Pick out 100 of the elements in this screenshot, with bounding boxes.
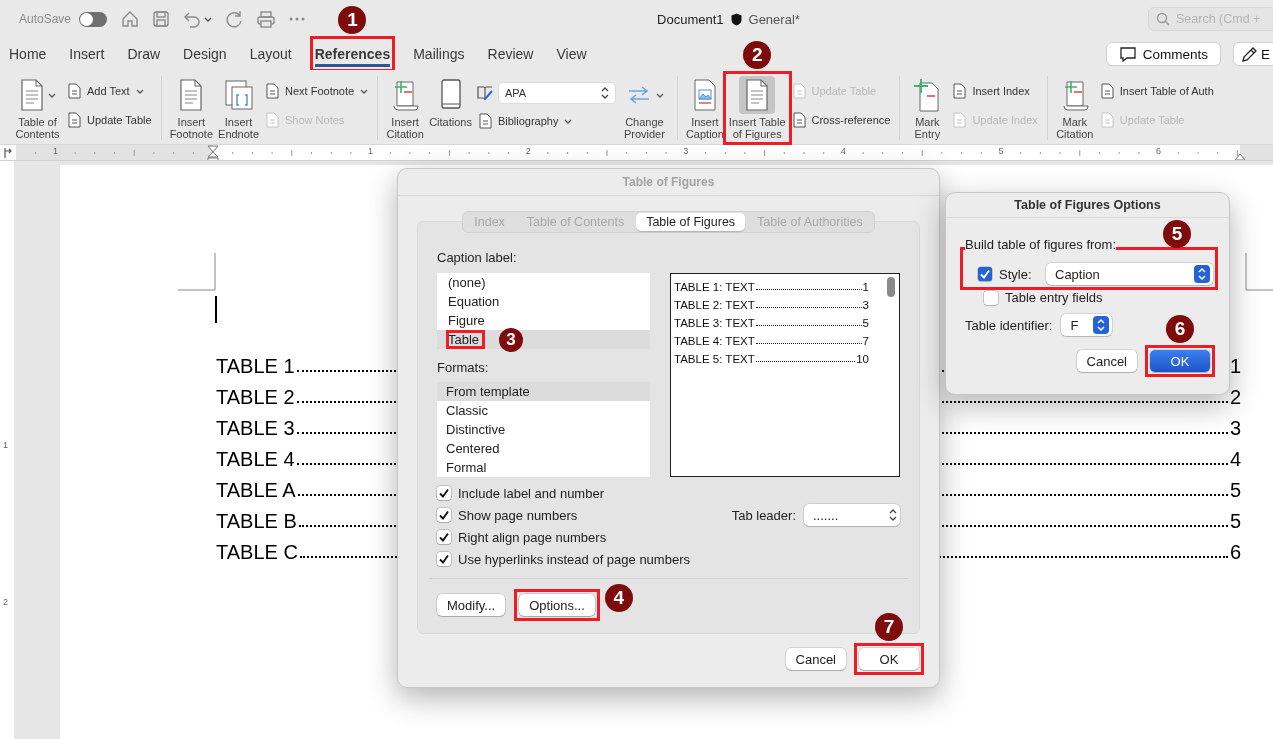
checkbox[interactable] (437, 508, 451, 522)
plus-document-icon (913, 78, 942, 112)
ribbon-tab[interactable]: Insert (69, 41, 105, 67)
document-icon (477, 113, 492, 130)
ribbon-tab[interactable]: Review (487, 41, 534, 67)
ribbon-tab[interactable]: Home (9, 41, 47, 67)
ribbon-tab[interactable]: Draw (127, 41, 161, 67)
checkbox[interactable] (978, 267, 992, 281)
ribbon-tab[interactable]: References (314, 41, 391, 67)
preview-entry: TABLE 2: TEXT (674, 299, 755, 311)
tab-stop-icon[interactable] (2, 146, 14, 160)
comments-button[interactable]: Comments (1105, 42, 1221, 66)
ribbon-button[interactable]: Insert Table of Auth (1097, 83, 1216, 100)
print-icon[interactable] (256, 10, 277, 28)
list-item[interactable]: Centered (437, 439, 650, 458)
ribbon-button[interactable]: Mark Entry (907, 76, 948, 140)
autosave-toggle[interactable] (79, 11, 108, 27)
ribbon-tab[interactable]: Layout (249, 41, 292, 67)
ribbon-button[interactable]: Next Footnote (263, 83, 371, 100)
search-icon (1156, 12, 1170, 26)
field-label: Build table of figures from: (965, 237, 1117, 252)
checkbox-label: Table entry fields (1005, 290, 1103, 305)
step-marker: 4 (604, 584, 633, 612)
document-icon (1099, 83, 1114, 100)
list-item[interactable]: Formal (437, 458, 650, 477)
style-dropdown[interactable]: APA (497, 81, 616, 104)
stepper-icon (600, 86, 609, 99)
ribbon-tab[interactable]: Design (183, 41, 227, 67)
home-icon[interactable] (121, 10, 140, 28)
stepper-icon (889, 509, 897, 521)
list-item[interactable]: Table 3 (437, 330, 650, 349)
checkbox[interactable] (984, 290, 998, 305)
save-icon[interactable] (152, 10, 171, 28)
document-icon (791, 83, 806, 100)
checkbox[interactable] (437, 530, 451, 544)
document-icon (744, 79, 771, 111)
ribbon-button[interactable]: Update Table (65, 111, 154, 128)
identifier-dropdown[interactable]: F (1061, 314, 1113, 336)
dialog-button[interactable]: Cancel (785, 648, 846, 670)
book-pen-icon (475, 83, 494, 102)
dialog-button[interactable]: OK (859, 648, 919, 670)
dialog-button[interactable]: OK (1150, 350, 1210, 372)
list-item[interactable]: Distinctive (437, 420, 650, 439)
ribbon-button[interactable]: Insert Citation (385, 76, 426, 140)
ribbon-button[interactable]: Bibliography (475, 113, 616, 130)
ribbon-button[interactable]: Cross-reference (789, 111, 893, 128)
ribbon-button[interactable]: Insert Caption (684, 76, 725, 140)
list-item[interactable]: (none) (437, 273, 650, 292)
entry-label: TABLE A (216, 479, 296, 502)
redo-icon[interactable] (225, 10, 244, 28)
step-marker: 5 (1163, 220, 1191, 248)
tab[interactable]: Table of Figures (636, 213, 746, 231)
ribbon-button[interactable]: Mark Citation (1054, 76, 1095, 140)
dialog-title: Table of Figures Options (946, 193, 1229, 218)
tab-leader-dropdown[interactable]: ....... (804, 504, 900, 526)
checkbox[interactable] (437, 552, 451, 566)
highlight-box (1145, 345, 1215, 377)
document-icon (19, 79, 45, 111)
checkbox-label: Use hyperlinks instead of page numbers (458, 551, 690, 567)
ribbon-button[interactable]: Insert Index (950, 83, 1040, 100)
ruler-number: 2 (524, 146, 532, 156)
list-item[interactable]: Figure (437, 311, 650, 330)
highlight-box (446, 330, 486, 349)
checkbox-label: Right align page numbers (458, 529, 607, 545)
scroll-icon (1060, 78, 1089, 112)
undo-icon[interactable] (183, 10, 202, 28)
step-marker: 3 (499, 327, 524, 352)
page-number: 6 (1229, 541, 1241, 564)
ribbon-button[interactable]: Insert Footnote (168, 76, 215, 140)
step-marker: 6 (1166, 315, 1194, 343)
checkbox[interactable] (437, 486, 451, 500)
ribbon-button[interactable]: Insert Table of Figures (727, 76, 787, 140)
ribbon-button[interactable]: Citations (428, 76, 473, 140)
edit-button[interactable]: E (1233, 42, 1273, 66)
style-dropdown[interactable]: Caption (1046, 263, 1213, 285)
caret-icon[interactable] (204, 16, 213, 22)
scrollbar-thumb[interactable] (887, 277, 895, 297)
ribbon-button[interactable]: Table of Contents (13, 76, 62, 140)
list-item[interactable]: Equation (437, 292, 650, 311)
more-icon[interactable] (289, 17, 306, 21)
ribbon-button[interactable]: Add Text (65, 83, 154, 100)
ribbon-button[interactable]: Insert Endnote (217, 76, 261, 140)
dialog-button[interactable]: Options... (519, 594, 595, 616)
scroll-icon (391, 78, 420, 112)
document-icon (952, 111, 967, 128)
ribbon-tab[interactable]: Mailings (413, 41, 465, 67)
list-item[interactable]: From template (437, 382, 650, 401)
page-number: 5 (862, 317, 869, 329)
entry-label: TABLE 2 (216, 386, 295, 409)
list-item[interactable]: Classic (437, 401, 650, 420)
ruler-number: 2 (3, 597, 8, 607)
ribbon-button[interactable]: Change Provider (618, 76, 670, 140)
entry-label: TABLE B (216, 510, 297, 533)
page-number: 4 (1229, 448, 1241, 471)
document-icon (791, 111, 806, 128)
ribbon-tab[interactable]: View (556, 41, 587, 67)
indent-marker-icon[interactable] (207, 145, 219, 160)
dialog-button[interactable]: Cancel (1076, 350, 1137, 372)
document-title: Document1 (657, 11, 724, 27)
dialog-button[interactable]: Modify... (437, 594, 506, 616)
